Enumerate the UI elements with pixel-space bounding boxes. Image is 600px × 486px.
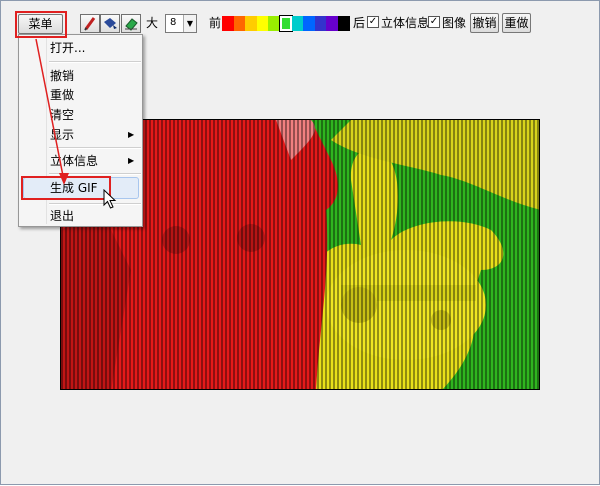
fill-tool-button[interactable] <box>100 14 120 33</box>
eraser-tool-button[interactable] <box>121 14 141 33</box>
color-swatch[interactable] <box>326 16 339 31</box>
menu-item-undo[interactable]: 撤销 <box>50 68 74 84</box>
menu-separator <box>49 147 141 149</box>
chevron-right-icon: ▶ <box>128 156 135 165</box>
stereo-checkbox-label: 立体信息 <box>381 16 430 30</box>
image-checkbox[interactable]: ✓ <box>428 16 440 28</box>
menu-button-annotation-box <box>15 11 67 38</box>
paint-bucket-icon <box>104 18 117 29</box>
size-label: 大 <box>146 16 159 30</box>
menu-item-redo[interactable]: 重做 <box>50 87 74 103</box>
mouse-cursor-icon <box>103 189 117 209</box>
redo-button-label: 重做 <box>504 16 529 30</box>
menu-item-display[interactable]: 显示 <box>50 127 74 143</box>
color-swatch[interactable] <box>233 16 246 31</box>
menu-separator <box>49 61 141 63</box>
undo-button-label: 撤销 <box>472 16 497 30</box>
pencil-icon <box>84 17 96 31</box>
color-swatch[interactable] <box>256 16 269 31</box>
pencil-tool-button[interactable] <box>80 14 100 33</box>
stereo-checkbox[interactable]: ✓ <box>367 16 379 28</box>
menu-separator <box>49 203 141 205</box>
size-select-value: 8 <box>170 17 177 28</box>
menu-item-stereo-info[interactable]: 立体信息 <box>50 153 98 169</box>
menu-separator <box>49 173 141 175</box>
back-color-label: 后 <box>353 16 366 30</box>
image-checkbox-label: 图像 <box>442 16 467 30</box>
menu-item-clear[interactable]: 清空 <box>50 107 74 123</box>
color-swatch[interactable] <box>314 16 327 31</box>
chevron-down-icon: ▼ <box>183 15 196 32</box>
color-swatch[interactable] <box>338 16 350 31</box>
app-window: 菜单 大 8 ▼ 前 后 ✓ 立体信息 ✓ 图像 撤销 重做 打开... 撤销 … <box>0 0 600 485</box>
redo-button[interactable]: 重做 <box>502 13 531 33</box>
eraser-icon <box>125 18 138 31</box>
size-select[interactable]: 8 ▼ <box>165 14 197 33</box>
color-swatch[interactable] <box>245 16 258 31</box>
undo-button[interactable]: 撤销 <box>470 13 499 33</box>
color-swatch[interactable] <box>291 16 304 31</box>
menu-item-exit[interactable]: 退出 <box>50 208 74 224</box>
color-swatch[interactable] <box>303 16 316 31</box>
color-swatch[interactable] <box>268 16 281 31</box>
menu-item-open[interactable]: 打开... <box>50 40 85 56</box>
color-swatch[interactable] <box>222 16 234 31</box>
color-swatch[interactable] <box>279 15 293 32</box>
generate-gif-annotation-box <box>21 176 111 200</box>
front-color-label: 前 <box>209 16 222 30</box>
chevron-right-icon: ▶ <box>128 130 135 139</box>
